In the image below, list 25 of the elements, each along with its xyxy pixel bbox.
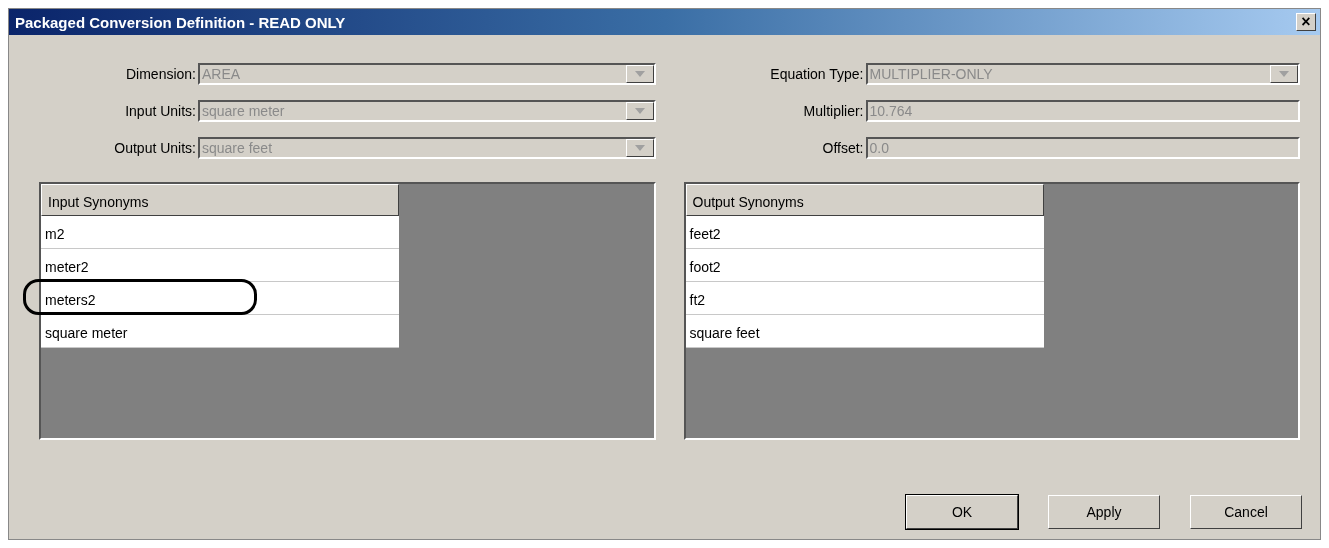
field-label: Offset: <box>821 140 864 156</box>
field-label: Input Units: <box>124 103 196 119</box>
caret-icon <box>1279 71 1289 77</box>
caret-icon <box>634 71 645 77</box>
dialog-button[interactable]: OK <box>906 495 1018 529</box>
table-cell[interactable]: square meter <box>41 315 399 348</box>
field-label: Equation Type: <box>769 66 864 82</box>
table-cell[interactable]: foot2 <box>685 249 1044 282</box>
field-label: Output Units: <box>113 140 196 156</box>
table-cell[interactable]: meter2 <box>41 249 399 282</box>
column-header[interactable]: Output Synonyms <box>685 184 1044 216</box>
close-button[interactable]: × <box>1296 13 1316 31</box>
table-cell[interactable]: ft2 <box>685 282 1044 315</box>
table-cell[interactable]: feet2 <box>685 216 1044 249</box>
window-title: Packaged Conversion Definition - READ ONLY <box>15 13 346 31</box>
dialog-button[interactable]: Apply <box>1048 495 1160 529</box>
table-cell[interactable]: square feet <box>685 315 1044 348</box>
table-cell[interactable]: meters2 <box>41 282 399 315</box>
column-header[interactable]: Input Synonyms <box>41 184 399 216</box>
dialog-button[interactable]: Cancel <box>1190 495 1302 529</box>
table-cell[interactable]: m2 <box>41 216 399 249</box>
caret-icon <box>634 145 645 151</box>
field-label: Multiplier: <box>802 103 864 119</box>
field-label: Dimension: <box>124 66 196 82</box>
caret-icon <box>634 108 645 114</box>
